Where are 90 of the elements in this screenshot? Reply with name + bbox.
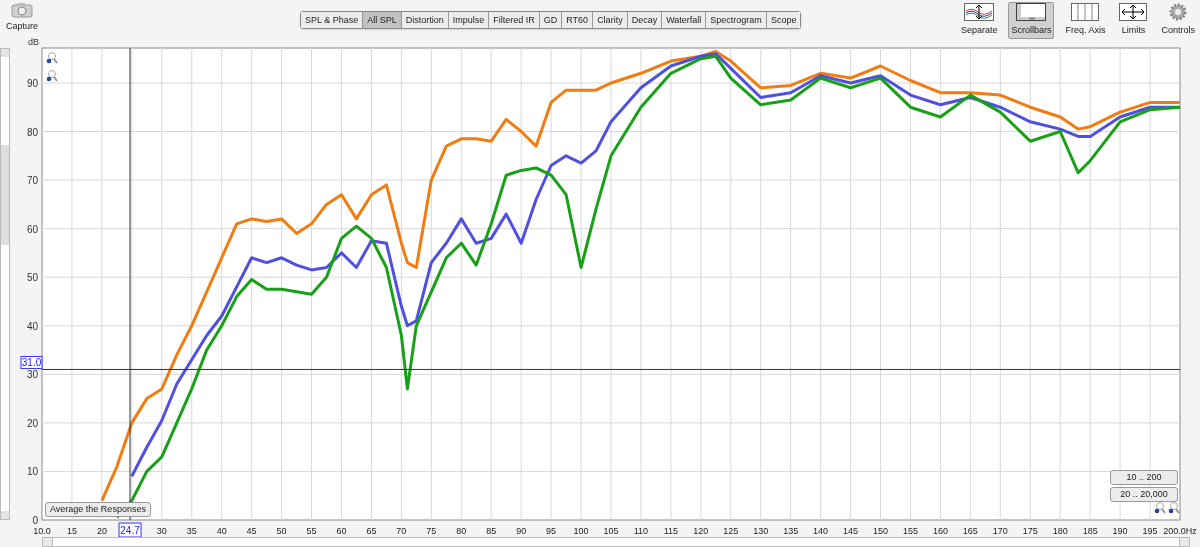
x-tick-label: 80 <box>456 526 467 536</box>
x-tick-label: 120 <box>693 526 709 536</box>
x-tick-label: 150 <box>873 526 889 536</box>
frequency-axis-icon <box>1071 3 1100 21</box>
scroll-up-icon[interactable] <box>1 49 9 57</box>
x-tick-label: 60 <box>336 526 347 536</box>
y-tick-label: 0 <box>32 515 38 526</box>
scroll-left-icon[interactable] <box>43 538 53 546</box>
cursor-line[interactable] <box>41 368 1181 370</box>
separate-traces-icon <box>964 3 995 21</box>
scroll-right-icon[interactable] <box>1179 538 1189 546</box>
view-tab[interactable]: Decay <box>626 12 662 28</box>
x-tick-label: 185 <box>1082 526 1098 536</box>
y-tick-label: 30 <box>26 369 38 381</box>
scrollbars-icon <box>1016 3 1047 21</box>
average-responses-button[interactable]: Average the Responses <box>45 502 151 517</box>
toolbar-button[interactable]: Freq. Axis <box>1062 2 1109 39</box>
x-tick-label: 20 <box>96 526 107 536</box>
y-tick-label: 60 <box>26 223 38 235</box>
view-tab[interactable]: Scope <box>765 12 801 28</box>
x-tick-label: 45 <box>246 526 257 536</box>
x-tick-label: 180 <box>1052 526 1068 536</box>
x-tick-label: 90 <box>516 526 527 536</box>
view-tab[interactable]: Clarity <box>592 12 627 28</box>
limits-arrows-icon <box>1119 3 1148 21</box>
view-tab[interactable]: SPL & Phase <box>301 12 363 28</box>
x-tick-label: 70 <box>396 526 407 536</box>
x-tick-label: 170 <box>992 526 1008 536</box>
camera-icon <box>11 2 33 18</box>
toolbar-button[interactable]: Scrollbars <box>1008 2 1055 39</box>
zoom-out-icon[interactable] <box>46 70 58 82</box>
x-tick-label: 40 <box>216 526 227 536</box>
y-tick-label: 10 <box>26 466 38 478</box>
view-tab[interactable]: All SPL <box>362 12 401 28</box>
x-tick-label: 65 <box>366 526 377 536</box>
y-axis-unit: dB <box>28 37 39 47</box>
settings-icon <box>1169 3 1188 21</box>
view-tab[interactable]: RT60 <box>561 12 593 28</box>
cursor-line[interactable] <box>129 47 131 521</box>
capture-button[interactable]: Capture <box>6 2 39 34</box>
view-tab[interactable]: Spectrogram <box>705 12 766 28</box>
x-tick-label: 75 <box>426 526 437 536</box>
x-tick-label: 125 <box>723 526 739 536</box>
y-tick-label: 90 <box>26 77 38 89</box>
x-tick-label: 140 <box>813 526 829 536</box>
view-tab[interactable]: Waterfall <box>661 12 706 28</box>
toolbar-button[interactable]: Separate <box>957 2 1001 39</box>
view-tab[interactable]: Filtered IR <box>488 12 539 28</box>
y-tick-label: 80 <box>26 126 38 138</box>
x-tick-label: 85 <box>486 526 497 536</box>
x-tick-label: 95 <box>546 526 557 536</box>
x-tick-label: 50 <box>276 526 287 536</box>
zoom-in-icon[interactable] <box>46 52 58 64</box>
x-tick-label: 155 <box>902 526 918 536</box>
view-tab[interactable]: Distortion <box>400 12 448 28</box>
x-tick-label: 115 <box>663 526 679 536</box>
y-tick-label: 20 <box>26 417 38 429</box>
x-tick-label: 165 <box>962 526 978 536</box>
y-tick-label: 40 <box>26 320 38 332</box>
x-tick-label: 160 <box>932 526 948 536</box>
x-tick-label: 195 <box>1142 526 1158 536</box>
y-tick-label: 70 <box>26 175 38 187</box>
toolbar-button[interactable]: Limits <box>1116 2 1151 39</box>
view-tab[interactable]: Impulse <box>447 12 489 28</box>
scroll-down-icon[interactable] <box>1 511 9 519</box>
zoom-in-icon[interactable] <box>1168 502 1180 514</box>
vertical-scrollbar[interactable] <box>0 48 10 520</box>
range-button[interactable]: 10 .. 200 <box>1110 470 1178 485</box>
cursor-level-readout: 31.0 <box>20 355 43 369</box>
x-tick-label: 145 <box>843 526 859 536</box>
x-tick-label: 110 <box>633 526 649 536</box>
zoom-out-icon[interactable] <box>1154 502 1166 514</box>
x-tick-label: 130 <box>753 526 769 536</box>
y-tick-label: 50 <box>26 272 38 284</box>
range-button[interactable]: 20 .. 20,000 <box>1110 487 1178 502</box>
scroll-thumb[interactable] <box>1 145 9 245</box>
cursor-frequency-readout: 24.7 <box>118 522 142 537</box>
x-tick-label: 30 <box>156 526 167 536</box>
x-tick-label: 35 <box>186 526 197 536</box>
x-tick-label: 135 <box>783 526 799 536</box>
x-tick-label: 10.0 <box>33 526 51 536</box>
x-tick-label: 200.0Hz <box>1163 526 1197 536</box>
x-tick-label: 100 <box>573 526 589 536</box>
toolbar-button[interactable]: Controls <box>1158 2 1198 39</box>
x-tick-label: 15 <box>66 526 77 536</box>
x-tick-label: 105 <box>603 526 619 536</box>
x-tick-label: 55 <box>306 526 317 536</box>
view-tab[interactable]: GD <box>538 12 562 28</box>
x-tick-label: 175 <box>1022 526 1038 536</box>
x-tick-label: 190 <box>1112 526 1128 536</box>
